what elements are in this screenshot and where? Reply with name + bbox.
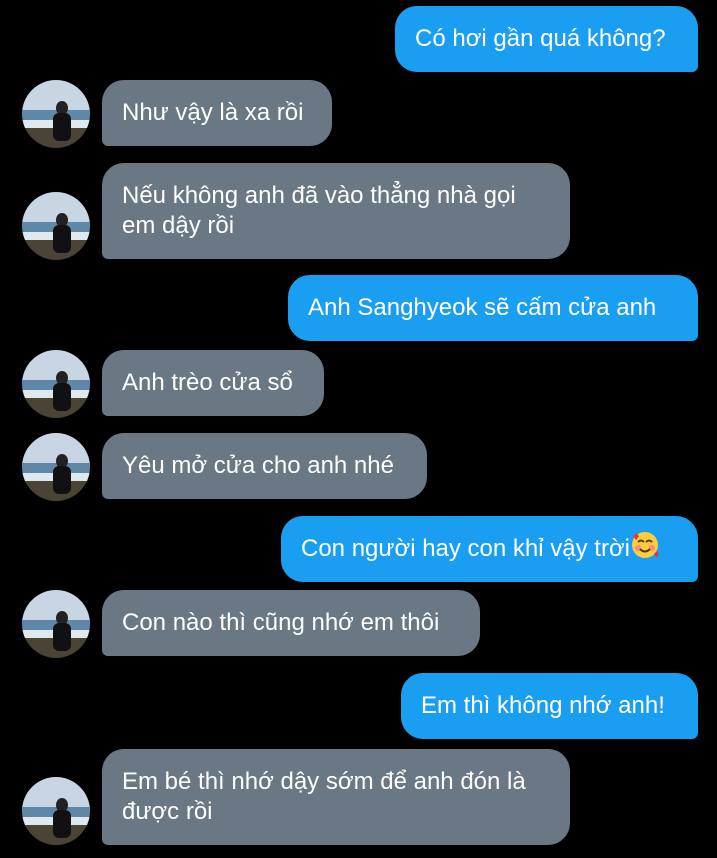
message-text: Anh trèo cửa sổ bbox=[122, 369, 293, 396]
received-message-bubble[interactable]: Con nào thì cũng nhớ em thôi bbox=[102, 590, 480, 656]
contact-avatar[interactable] bbox=[22, 80, 90, 148]
received-message-bubble[interactable]: Yêu mở cửa cho anh nhé bbox=[102, 433, 427, 499]
contact-avatar[interactable] bbox=[22, 433, 90, 501]
contact-avatar[interactable] bbox=[22, 777, 90, 845]
contact-avatar[interactable] bbox=[22, 590, 90, 658]
smiling-face-with-hearts-icon bbox=[630, 530, 660, 568]
message-text: Như vậy là xa rồi bbox=[122, 99, 304, 126]
message-text: Anh Sanghyeok sẽ cấm cửa anh bbox=[308, 294, 657, 321]
received-message-bubble[interactable]: Như vậy là xa rồi bbox=[102, 80, 332, 146]
sent-message-bubble[interactable]: Có hơi gần quá không? bbox=[395, 6, 698, 72]
received-message-bubble[interactable]: Anh trèo cửa sổ bbox=[102, 350, 324, 416]
received-message-bubble[interactable]: Em bé thì nhớ dậy sớm để anh đón là được… bbox=[102, 749, 570, 845]
message-text: Có hơi gần quá không? bbox=[415, 25, 666, 52]
message-text: Em bé thì nhớ dậy sớm để anh đón là được… bbox=[122, 768, 526, 825]
message-text: Nếu không anh đã vào thẳng nhà gọi em dậ… bbox=[122, 182, 516, 239]
sent-message-bubble[interactable]: Em thì không nhớ anh! bbox=[401, 673, 698, 739]
chat-thread: Có hơi gần quá không? Như vậy là xa rồi … bbox=[0, 0, 717, 858]
sent-message-bubble[interactable]: Con người hay con khỉ vậy trời bbox=[281, 516, 698, 582]
message-text: Con nào thì cũng nhớ em thôi bbox=[122, 609, 440, 636]
message-text: Con người hay con khỉ vậy trời bbox=[301, 535, 631, 562]
message-text: Yêu mở cửa cho anh nhé bbox=[122, 452, 394, 479]
contact-avatar[interactable] bbox=[22, 350, 90, 418]
sent-message-bubble[interactable]: Anh Sanghyeok sẽ cấm cửa anh bbox=[288, 275, 698, 341]
message-text: Em thì không nhớ anh! bbox=[421, 692, 665, 719]
contact-avatar[interactable] bbox=[22, 192, 90, 260]
received-message-bubble[interactable]: Nếu không anh đã vào thẳng nhà gọi em dậ… bbox=[102, 163, 570, 259]
